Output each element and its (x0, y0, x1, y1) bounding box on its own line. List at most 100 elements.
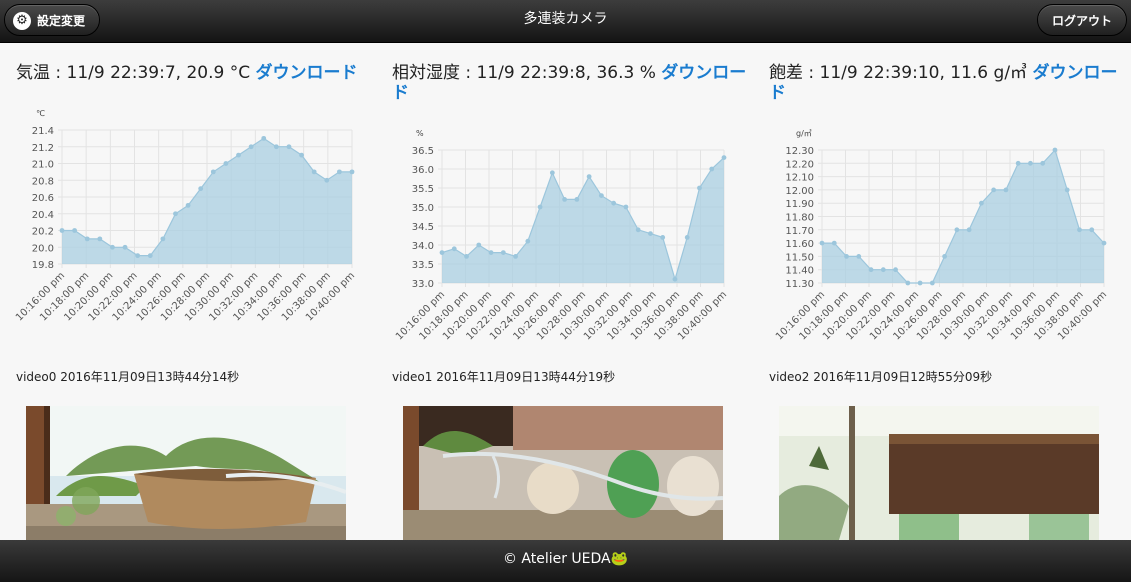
data-point (525, 238, 531, 244)
data-point (1052, 147, 1058, 153)
video-label-1: video1 2016年11月09日13時44分19秒 (392, 370, 616, 384)
data-point (1003, 187, 1009, 193)
data-point (684, 235, 690, 240)
data-point (709, 166, 715, 172)
y-tick-label: 20.4 (32, 210, 54, 221)
top-bar: ⚙ 設定変更 多連装カメラ ログアウト (0, 0, 1131, 43)
y-tick-label: 11.50 (785, 252, 814, 263)
y-tick-label: 11.90 (785, 199, 814, 210)
data-point (439, 250, 445, 256)
data-point (819, 240, 825, 246)
data-point (721, 155, 727, 160)
sensor-panel-humidity: 相対湿度 : 11/9 22:39:8, 36.3 % ダウンロード (392, 63, 752, 103)
y-tick-label: 11.80 (785, 213, 814, 224)
y-tick-label: 21.4 (32, 126, 54, 137)
data-point (261, 135, 267, 141)
data-point (210, 169, 216, 175)
sensor-panel-saturation-deficit: 飽差 : 11/9 22:39:10, 11.6 g/㎥ ダウンロード (769, 63, 1129, 103)
data-point (513, 254, 518, 259)
data-point (488, 250, 494, 256)
data-point (451, 246, 457, 252)
data-point (198, 186, 204, 192)
logout-button[interactable]: ログアウト (1037, 4, 1127, 36)
y-tick-label: 20.2 (32, 227, 54, 238)
frog-icon: 🐸 (610, 551, 629, 567)
data-point (623, 204, 629, 210)
data-point (311, 169, 317, 175)
data-point (500, 250, 506, 256)
data-point (336, 169, 342, 175)
camera-image-2[interactable] (779, 406, 1099, 540)
data-point (537, 204, 543, 210)
data-point (122, 244, 128, 250)
y-tick-label: 34.5 (412, 222, 434, 233)
y-tick-label: 36.5 (412, 146, 434, 157)
data-point (831, 240, 837, 246)
data-point (299, 152, 304, 158)
y-tick-label: 11.60 (785, 239, 814, 250)
y-tick-label: 33.0 (412, 279, 434, 290)
y-tick-label: 12.30 (785, 146, 814, 157)
data-point (856, 254, 862, 259)
camera-image-1[interactable] (403, 406, 723, 540)
data-point (1077, 227, 1082, 233)
y-tick-label: 33.5 (412, 260, 434, 271)
y-tick-label: 19.8 (32, 260, 54, 271)
data-point (598, 193, 604, 198)
panel-heading-text: 飽差 : 11/9 22:39:10, 11.6 g/㎥ (769, 63, 1028, 83)
y-tick-label: 12.10 (785, 173, 814, 184)
data-point (1015, 160, 1021, 166)
saturation-deficit-chart: g/㎥ 11.30 11.40 11.50 11.60 11.70 11.80 11.90 12… (774, 129, 1109, 343)
y-tick-label: 12.00 (785, 186, 814, 197)
unit-label: ℃ (36, 109, 45, 118)
data-point (72, 228, 78, 233)
data-point (97, 236, 103, 242)
data-point (236, 152, 241, 158)
panel-heading: 気温 : 11/9 22:39:7, 20.9 °C ダウンロード (16, 63, 376, 83)
page-title: 多連装カメラ (523, 11, 608, 27)
data-point (1028, 160, 1033, 166)
video-label-0: video0 2016年11月09日13時44分14秒 (16, 370, 240, 384)
data-point (147, 253, 153, 259)
camera-image-0[interactable] (26, 406, 346, 540)
data-point (697, 185, 702, 191)
data-point (110, 244, 115, 250)
data-point (942, 254, 948, 259)
panel-heading-text: 相対湿度 : 11/9 22:39:8, 36.3 % (392, 63, 656, 83)
download-link[interactable]: ダウンロード (256, 63, 358, 83)
data-point (868, 267, 874, 273)
data-point (476, 242, 482, 248)
panel-heading-text: 気温 : 11/9 22:39:7, 20.9 °C (16, 63, 251, 83)
y-tick-label: 36.0 (412, 165, 434, 176)
data-point (273, 144, 279, 150)
data-point (223, 161, 229, 166)
data-point (880, 267, 886, 273)
y-tick-label: 11.70 (785, 226, 814, 237)
data-point (611, 200, 617, 206)
data-point (966, 227, 972, 233)
data-point (84, 236, 90, 242)
data-point (635, 227, 641, 233)
y-tick-label: 35.0 (412, 203, 434, 214)
video-label-2: video2 2016年11月09日12時55分09秒 (769, 370, 993, 384)
y-tick-label: 12.20 (785, 159, 814, 170)
data-point (286, 144, 292, 150)
copyright-text: © Atelier UEDA (502, 551, 611, 567)
unit-label: % (416, 129, 424, 138)
data-point (917, 280, 923, 286)
data-point (586, 174, 592, 179)
temperature-chart: ℃19.820.020.220.420.620.821.021.221.410:… (14, 109, 357, 324)
panel-heading: 飽差 : 11/9 22:39:10, 11.6 g/㎥ ダウンロード (769, 63, 1129, 103)
data-point (929, 280, 935, 286)
data-point (954, 227, 960, 233)
unit-label: g/㎥ (796, 129, 812, 138)
data-point (574, 197, 580, 202)
data-point (324, 177, 330, 183)
data-point (562, 197, 568, 202)
data-point (893, 267, 898, 273)
sensor-panel-temperature: 気温 : 11/9 22:39:7, 20.9 °C ダウンロード (16, 63, 376, 83)
y-tick-label: 11.30 (785, 279, 814, 290)
data-point (349, 169, 355, 175)
y-tick-label: 11.40 (785, 266, 814, 277)
y-tick-label: 21.0 (32, 160, 54, 171)
